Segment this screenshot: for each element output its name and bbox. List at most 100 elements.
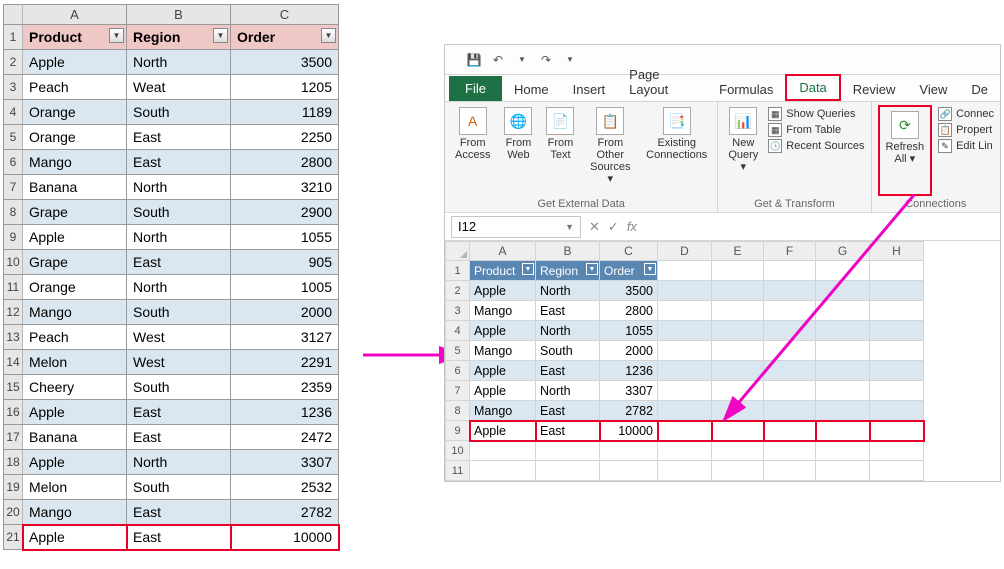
cell-region[interactable]: North xyxy=(127,175,231,200)
header-order[interactable]: Order▼ xyxy=(600,261,658,281)
empty-cell[interactable] xyxy=(816,281,870,301)
cell-region[interactable]: East xyxy=(536,421,600,441)
empty-cell[interactable] xyxy=(712,261,764,281)
cell-product[interactable]: Apple xyxy=(23,225,127,250)
empty-cell[interactable] xyxy=(764,381,816,401)
row-header[interactable]: 3 xyxy=(446,301,470,321)
empty-cell[interactable] xyxy=(764,261,816,281)
cell-order[interactable]: 3500 xyxy=(600,281,658,301)
cell-region[interactable]: South xyxy=(127,200,231,225)
cell-product[interactable]: Mango xyxy=(23,500,127,525)
row-header[interactable]: 10 xyxy=(446,441,470,461)
row-header[interactable]: 9 xyxy=(4,225,23,250)
empty-cell[interactable] xyxy=(764,421,816,441)
cell-order[interactable]: 2900 xyxy=(231,200,339,225)
worksheet-grid[interactable]: A B C D E F G H 1 Product▼ Region▼ Order… xyxy=(445,241,1000,481)
row-header[interactable]: 11 xyxy=(4,275,23,300)
empty-cell[interactable] xyxy=(536,461,600,481)
row-header[interactable]: 10 xyxy=(4,250,23,275)
empty-cell[interactable] xyxy=(712,321,764,341)
cell-product[interactable]: Banana xyxy=(23,425,127,450)
cell-product[interactable]: Apple xyxy=(23,400,127,425)
empty-cell[interactable] xyxy=(470,461,536,481)
empty-cell[interactable] xyxy=(658,381,712,401)
cell-order[interactable]: 1189 xyxy=(231,100,339,125)
cell-product[interactable]: Cheery xyxy=(23,375,127,400)
empty-cell[interactable] xyxy=(870,441,924,461)
cell-product[interactable]: Banana xyxy=(23,175,127,200)
filter-dropdown-icon[interactable]: ▼ xyxy=(586,263,598,275)
cell-order[interactable]: 2782 xyxy=(600,401,658,421)
cell-region[interactable]: North xyxy=(127,275,231,300)
select-all-corner[interactable] xyxy=(4,5,23,25)
refresh-all-button[interactable]: ⟳Refresh All ▾ xyxy=(882,109,929,167)
chevron-down-icon[interactable]: ▼ xyxy=(565,222,574,232)
col-header-E[interactable]: E xyxy=(712,242,764,261)
cell-order[interactable]: 2800 xyxy=(600,301,658,321)
cell-region[interactable]: North xyxy=(127,225,231,250)
col-header-B[interactable]: B xyxy=(127,5,231,25)
filter-dropdown-icon[interactable]: ▼ xyxy=(213,28,228,43)
empty-cell[interactable] xyxy=(816,301,870,321)
cell-region[interactable]: West xyxy=(127,325,231,350)
cell-order[interactable]: 1005 xyxy=(231,275,339,300)
cell-product[interactable]: Apple xyxy=(470,361,536,381)
tab-insert[interactable]: Insert xyxy=(561,78,618,101)
cell-order[interactable]: 1236 xyxy=(600,361,658,381)
col-header-D[interactable]: D xyxy=(658,242,712,261)
empty-cell[interactable] xyxy=(658,441,712,461)
empty-cell[interactable] xyxy=(816,401,870,421)
cell-product[interactable]: Orange xyxy=(23,125,127,150)
row-header[interactable]: 11 xyxy=(446,461,470,481)
cell-order[interactable]: 2291 xyxy=(231,350,339,375)
existing-connections-button[interactable]: 📑Existing Connections xyxy=(642,105,711,196)
cell-order[interactable]: 10000 xyxy=(231,525,339,550)
empty-cell[interactable] xyxy=(658,321,712,341)
cell-region[interactable]: North xyxy=(536,321,600,341)
save-icon[interactable]: 💾 xyxy=(465,51,483,69)
col-header-F[interactable]: F xyxy=(764,242,816,261)
cell-product[interactable]: Apple xyxy=(470,381,536,401)
cell-region[interactable]: East xyxy=(127,425,231,450)
cell-region[interactable]: Weat xyxy=(127,75,231,100)
cell-order[interactable]: 3307 xyxy=(231,450,339,475)
empty-cell[interactable] xyxy=(712,281,764,301)
cell-product[interactable]: Mango xyxy=(23,300,127,325)
cell-product[interactable]: Apple xyxy=(23,50,127,75)
row-header[interactable]: 12 xyxy=(4,300,23,325)
new-query-button[interactable]: 📊New Query ▾ xyxy=(724,105,762,196)
cell-region[interactable]: North xyxy=(127,50,231,75)
recent-sources-button[interactable]: 🕓Recent Sources xyxy=(768,139,864,153)
row-header[interactable]: 4 xyxy=(4,100,23,125)
cell-product[interactable]: Grape xyxy=(23,200,127,225)
col-header-C[interactable]: C xyxy=(231,5,339,25)
cell-order[interactable]: 2359 xyxy=(231,375,339,400)
cell-region[interactable]: South xyxy=(127,475,231,500)
header-product[interactable]: Product▼ xyxy=(470,261,536,281)
empty-cell[interactable] xyxy=(870,461,924,481)
col-header-A[interactable]: A xyxy=(23,5,127,25)
row-header[interactable]: 5 xyxy=(446,341,470,361)
from-access-button[interactable]: AFrom Access xyxy=(451,105,494,196)
empty-cell[interactable] xyxy=(658,301,712,321)
cell-product[interactable]: Peach xyxy=(23,325,127,350)
show-queries-button[interactable]: ▦Show Queries xyxy=(768,107,864,121)
col-header-G[interactable]: G xyxy=(816,242,870,261)
row-header[interactable]: 13 xyxy=(4,325,23,350)
cell-region[interactable]: East xyxy=(127,525,231,550)
empty-cell[interactable] xyxy=(712,421,764,441)
cell-order[interactable]: 3127 xyxy=(231,325,339,350)
row-header[interactable]: 8 xyxy=(4,200,23,225)
col-header-C[interactable]: C xyxy=(600,242,658,261)
fx-icon[interactable]: fx xyxy=(627,219,637,234)
cell-order[interactable]: 2000 xyxy=(600,341,658,361)
empty-cell[interactable] xyxy=(712,301,764,321)
cell-product[interactable]: Apple xyxy=(470,281,536,301)
connections-button[interactable]: 🔗Connec xyxy=(938,107,994,121)
row-header[interactable]: 18 xyxy=(4,450,23,475)
cell-order[interactable]: 2250 xyxy=(231,125,339,150)
row-header[interactable]: 8 xyxy=(446,401,470,421)
name-box[interactable]: I12▼ xyxy=(451,216,581,238)
tab-data[interactable]: Data xyxy=(785,74,840,101)
tab-formulas[interactable]: Formulas xyxy=(707,78,785,101)
